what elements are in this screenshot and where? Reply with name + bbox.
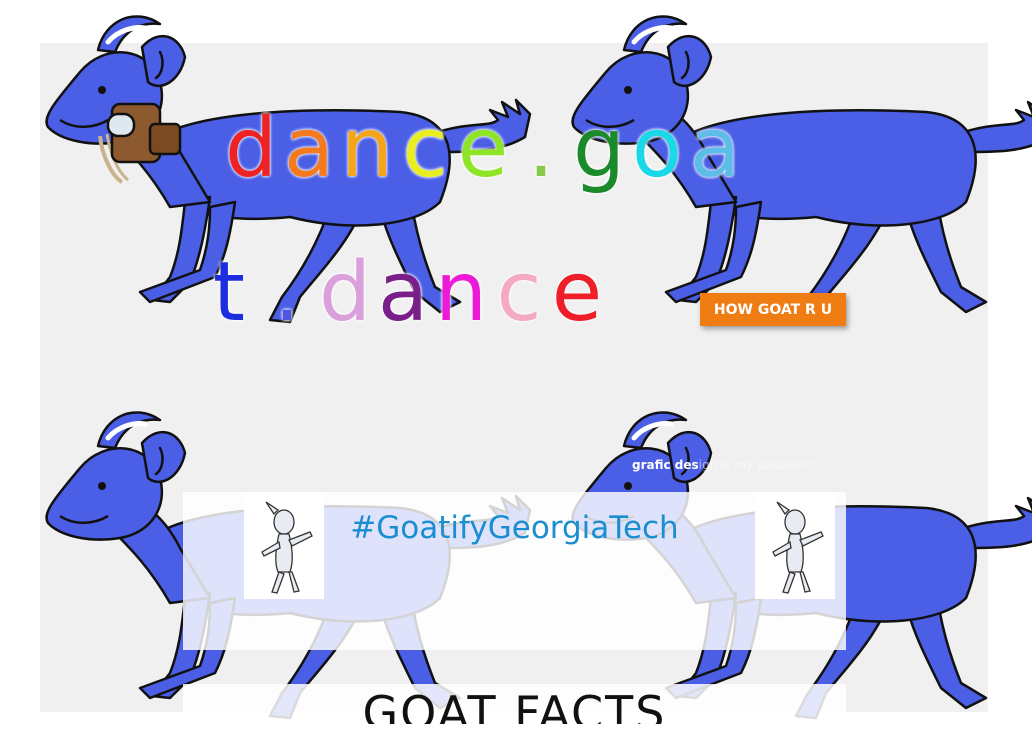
title-letter: n: [341, 101, 393, 196]
title-letter: d: [318, 245, 372, 340]
goat-facts-heading: GOAT FACTS: [362, 686, 667, 724]
backpack-icon: [98, 102, 182, 184]
dancing-goat-icon: [755, 492, 835, 599]
title-letter: .: [273, 245, 301, 340]
grafic-design-caption: grafic design is my passion!!!: [632, 458, 817, 472]
title-letter: c: [402, 101, 448, 196]
hashtag-text: #GoatifyGeorgiaTech: [350, 510, 679, 546]
title-letter: a: [377, 245, 429, 340]
title-letter: e: [551, 245, 603, 340]
title-letter: t: [212, 245, 246, 340]
title-line-1: dance.goa: [222, 108, 900, 190]
title-letter: n: [435, 245, 487, 340]
title-letter: g: [572, 101, 626, 196]
title-letter: e: [457, 101, 509, 196]
title-letter: o: [631, 101, 683, 196]
title-letter: c: [496, 245, 542, 340]
title-letter: a: [689, 101, 741, 196]
title-letter: d: [224, 101, 278, 196]
hashtag-card: #GoatifyGeorgiaTech: [183, 492, 846, 650]
goat-facts-card: GOAT FACTS: [183, 684, 846, 724]
title-letter: .: [527, 101, 555, 196]
how-goat-button[interactable]: HOW GOAT R U: [700, 293, 846, 326]
caption-faint: ign is my passion!!!: [698, 458, 818, 472]
title-letter: a: [283, 101, 335, 196]
caption-strong: grafic des: [632, 458, 699, 472]
